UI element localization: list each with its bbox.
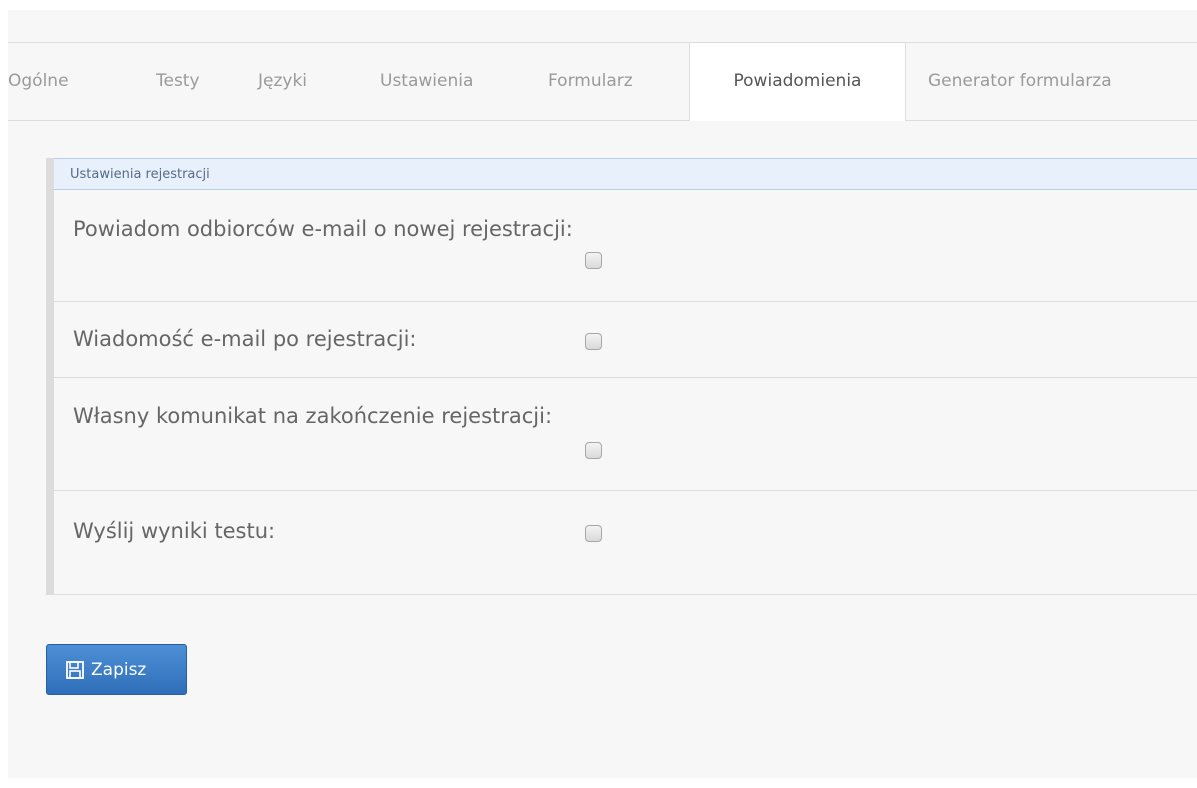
row-label: Powiadom odbiorców e-mail o nowej rejest…: [73, 217, 573, 241]
tab-testy[interactable]: Testy: [156, 43, 216, 119]
save-button[interactable]: Zapisz: [46, 644, 187, 695]
tab-formularz[interactable]: Formularz: [548, 43, 668, 119]
panel-header: Ustawienia rejestracji: [54, 158, 1197, 190]
page-frame: Ogólne Testy Języki Ustawienia Formularz…: [8, 10, 1197, 778]
row-label: Wyślij wyniki testu:: [73, 519, 276, 543]
tab-generator-formularza[interactable]: Generator formularza: [928, 43, 1188, 119]
tab-ogolne[interactable]: Ogólne: [8, 43, 108, 119]
settings-row: Powiadom odbiorców e-mail o nowej rejest…: [54, 190, 1197, 302]
settings-row: Własny komunikat na zakończenie rejestra…: [54, 378, 1197, 491]
registration-settings-panel: Ustawienia rejestracji Powiadom odbiorcó…: [46, 158, 1197, 595]
notify-recipients-checkbox[interactable]: [585, 252, 602, 269]
email-after-registration-checkbox[interactable]: [585, 333, 602, 350]
row-label: Wiadomość e-mail po rejestracji:: [73, 327, 417, 351]
settings-row: Wyślij wyniki testu:: [54, 491, 1197, 595]
settings-row: Wiadomość e-mail po rejestracji:: [54, 302, 1197, 378]
send-test-results-checkbox[interactable]: [585, 525, 602, 542]
floppy-disk-icon: [66, 660, 84, 679]
tab-jezyki[interactable]: Języki: [258, 43, 328, 119]
row-label: Własny komunikat na zakończenie rejestra…: [73, 404, 553, 428]
tab-powiadomienia[interactable]: Powiadomienia: [689, 43, 906, 121]
tab-bar: Ogólne Testy Języki Ustawienia Formularz…: [8, 42, 1197, 121]
tab-ustawienia[interactable]: Ustawienia: [380, 43, 490, 119]
save-button-label: Zapisz: [91, 659, 147, 680]
custom-completion-message-checkbox[interactable]: [585, 442, 602, 459]
